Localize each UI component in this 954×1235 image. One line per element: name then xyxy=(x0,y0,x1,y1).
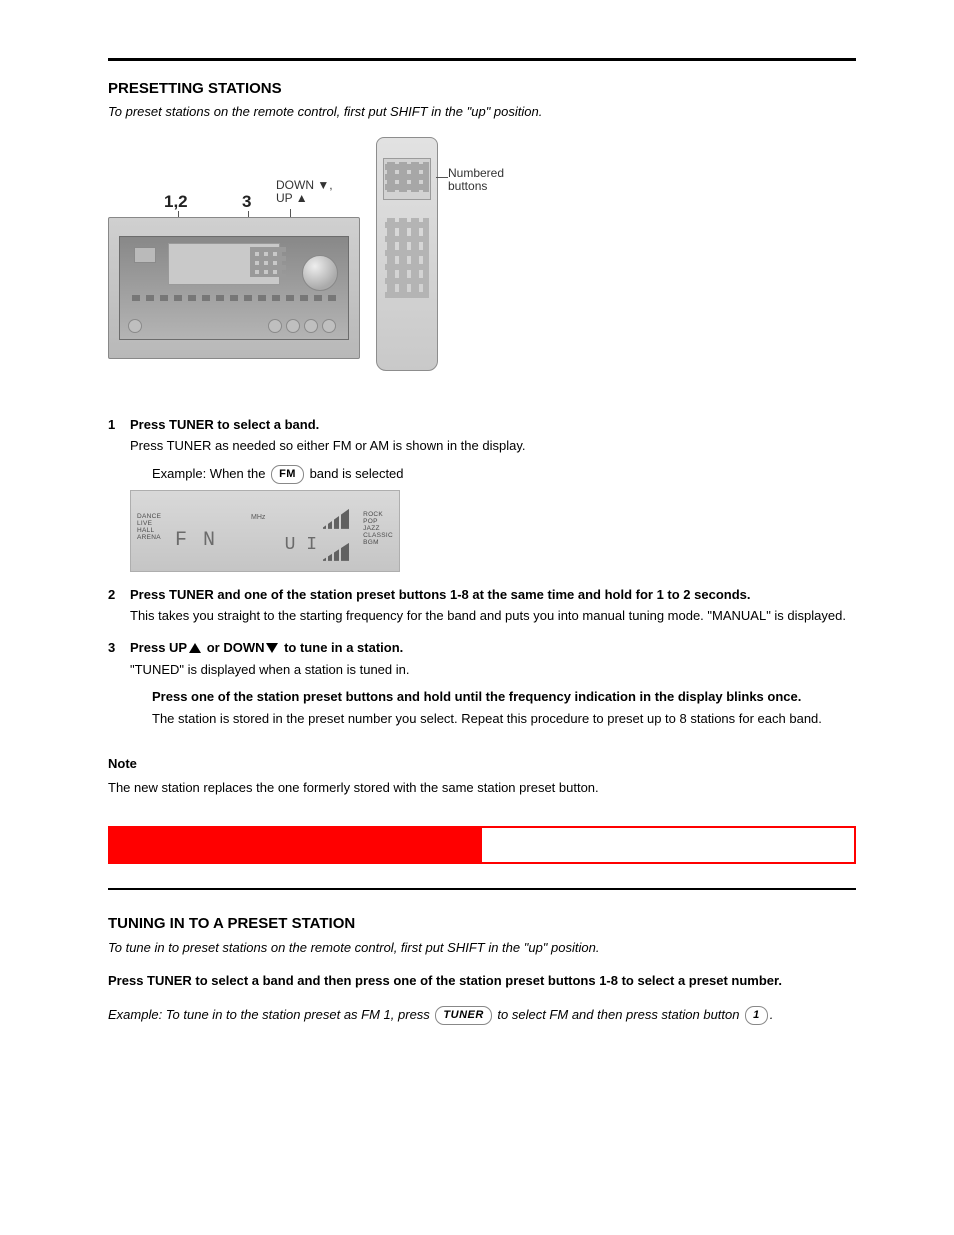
figure-receiver-remote: 1,2 3 DOWN ▼, UP ▲ xyxy=(108,137,856,392)
arrow-up-icon xyxy=(189,643,201,653)
steps-list: Press TUNER to select a band. Press TUNE… xyxy=(108,416,856,727)
leader-line xyxy=(436,177,448,178)
page-title: PRESETTING STATIONS xyxy=(108,79,856,99)
arrow-down-icon xyxy=(266,643,278,653)
section-title: TUNING IN TO A PRESET STATION xyxy=(108,914,856,934)
subtitle-note: To preset stations on the remote control… xyxy=(108,103,856,121)
eq-bars-icon xyxy=(321,543,349,561)
panel-display-figure: DANCE LIVE HALL ARENA MHz F N U I ROCK P… xyxy=(130,490,400,572)
note-block: Note The new station replaces the one fo… xyxy=(108,755,856,796)
note-label: Note xyxy=(108,755,856,773)
step-3: Press UP or DOWN to tune in a station. "… xyxy=(108,639,856,727)
section-tuning-preset: TUNING IN TO A PRESET STATION To tune in… xyxy=(108,914,856,1024)
pill-1: 1 xyxy=(745,1006,768,1025)
instruction: Press TUNER to select a band and then pr… xyxy=(108,972,856,990)
receiver-illustration xyxy=(108,217,360,359)
callout-numbered-buttons: Numbered buttons xyxy=(448,167,504,193)
step-1: Press TUNER to select a band. Press TUNE… xyxy=(108,416,856,572)
step-2: Press TUNER and one of the station prese… xyxy=(108,586,856,625)
step-lead: Press UP or DOWN to tune in a station. xyxy=(130,639,856,657)
pill-fm: FM xyxy=(271,465,304,484)
step-body: This takes you straight to the starting … xyxy=(130,607,856,625)
sub-instruction: Press one of the station preset buttons … xyxy=(152,688,856,727)
note-text: The new station replaces the one formerl… xyxy=(108,779,856,797)
step-body: Press TUNER as needed so either FM or AM… xyxy=(130,437,856,455)
callout-12: 1,2 xyxy=(164,191,188,214)
panel-caption: Example: When the FM band is selected xyxy=(152,465,856,484)
eq-bars-icon xyxy=(321,509,349,529)
top-rule xyxy=(108,58,856,61)
remote-illustration xyxy=(376,137,438,371)
step-body: "TUNED" is displayed when a station is t… xyxy=(130,661,856,679)
pill-tuner: TUNER xyxy=(435,1006,491,1025)
callout-down-up: DOWN ▼, UP ▲ xyxy=(276,179,333,205)
callout-3: 3 xyxy=(242,191,251,214)
mid-rule xyxy=(108,888,856,890)
highlight-fill xyxy=(110,828,482,862)
highlight-bar xyxy=(108,826,856,864)
section-subtitle: To tune in to preset stations on the rem… xyxy=(108,939,856,957)
step-lead: Press TUNER and one of the station prese… xyxy=(130,586,856,604)
example-text: Example: To tune in to the station prese… xyxy=(108,1006,856,1025)
step-lead: Press TUNER to select a band. xyxy=(130,416,856,434)
